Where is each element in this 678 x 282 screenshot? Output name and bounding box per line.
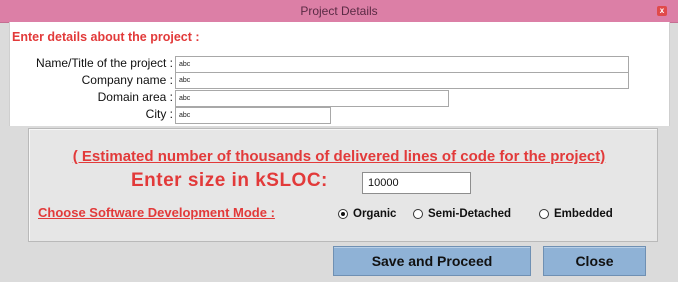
- estimation-panel: [28, 128, 658, 242]
- form-heading: Enter details about the project :: [12, 30, 200, 44]
- project-name-input[interactable]: [175, 56, 629, 73]
- city-input[interactable]: [175, 107, 331, 124]
- mode-option-label: Semi-Detached: [428, 208, 512, 220]
- radio-selected-icon[interactable]: [338, 209, 348, 219]
- development-mode-label: Choose Software Development Mode :: [38, 205, 275, 220]
- city-label: City :: [145, 107, 173, 121]
- mode-option-embedded[interactable]: Embedded: [539, 207, 613, 221]
- close-button[interactable]: Close: [543, 246, 646, 276]
- window-title: Project Details: [300, 4, 378, 18]
- project-details-dialog: Project Details x Enter details about th…: [0, 0, 678, 282]
- radio-unselected-icon[interactable]: [539, 209, 549, 219]
- kloc-explanation: ( Estimated number of thousands of deliv…: [72, 148, 606, 165]
- mode-option-label: Embedded: [554, 208, 613, 220]
- mode-option-semi-detached[interactable]: Semi-Detached: [413, 207, 511, 221]
- save-and-proceed-button[interactable]: Save and Proceed: [333, 246, 531, 276]
- mode-option-label: Organic: [353, 208, 397, 220]
- project-name-label: Name/Title of the project :: [36, 56, 173, 70]
- domain-area-label: Domain area :: [97, 90, 173, 104]
- title-bar: Project Details x: [0, 0, 678, 23]
- radio-unselected-icon[interactable]: [413, 209, 423, 219]
- kloc-size-label: Enter size in kSLOC:: [131, 170, 328, 191]
- close-window-icon[interactable]: x: [657, 6, 667, 16]
- kloc-size-input[interactable]: [362, 172, 471, 194]
- domain-area-input[interactable]: [175, 90, 449, 107]
- company-name-label: Company name :: [81, 73, 173, 87]
- company-name-input[interactable]: [175, 72, 629, 89]
- mode-option-organic[interactable]: Organic: [338, 207, 396, 221]
